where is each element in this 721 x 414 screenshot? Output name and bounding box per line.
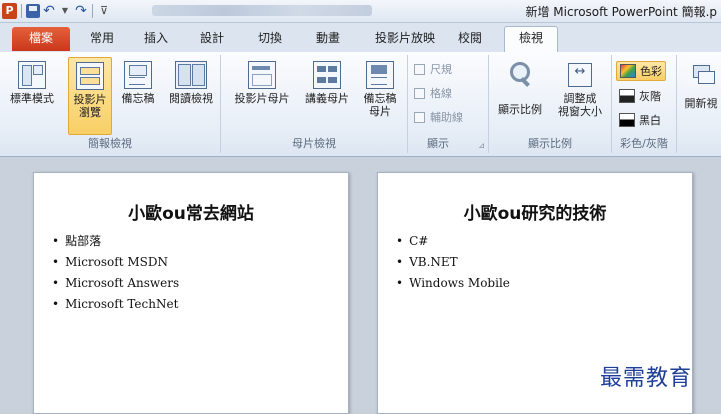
color-button[interactable]: 色彩 [616,61,666,81]
gridlines-checkbox[interactable]: 格線 [414,85,452,101]
tab-view[interactable]: 檢視 [504,26,558,53]
ruler-checkbox[interactable]: 尺規 [414,61,452,77]
fit-window-label-2: 視窗大小 [558,105,602,118]
group-color-grayscale: 色彩 灰階 黑白 彩色/灰階 [612,55,677,153]
group-label-color: 彩色/灰階 [620,137,668,150]
slide-master-icon [248,61,276,89]
normal-view-label: 標準模式 [10,92,54,105]
handout-master-icon [313,61,341,89]
slide-sorter-label: 投影片 [73,93,107,106]
list-item: Microsoft MSDN [52,252,179,273]
tab-home[interactable]: 常用 [80,27,124,50]
zoom-label: 顯示比例 [498,103,542,116]
list-item: Windows Mobile [396,273,510,294]
undo-icon[interactable]: ↶ [42,3,56,19]
group-label-master-views: 母片檢視 [292,137,336,150]
magnifier-icon [507,61,533,87]
black-white-swatch-icon [619,113,635,127]
tab-design[interactable]: 設計 [190,27,234,50]
notes-page-label: 備忘稿 [121,92,155,105]
color-swatch-icon [620,64,636,78]
checkbox-box[interactable] [414,87,425,99]
group-label-presentation-views: 簡報檢視 [88,137,132,150]
slide-sorter-icon [76,62,104,90]
normal-view-icon [18,61,46,89]
slide-title: 小歐ou研究的技術 [463,204,607,224]
reading-view-label: 閱讀檢視 [169,92,213,105]
grayscale-swatch-icon [619,89,635,103]
save-icon[interactable] [26,4,40,18]
group-presentation-views: 標準模式 投影片 瀏覽 備忘稿 閱讀檢視 簡報檢視 [0,55,221,153]
list-item: Microsoft Answers [52,273,179,294]
bullet-list: 點部落 Microsoft MSDN Microsoft Answers Mic… [52,231,179,315]
black-white-label: 黑白 [639,114,661,127]
checkbox-box[interactable] [414,63,425,75]
tab-review[interactable]: 校閱 [448,27,492,50]
group-label-show: 顯示 [427,137,449,150]
tab-animations[interactable]: 動畫 [306,27,350,50]
slide-sorter-button[interactable]: 投影片 瀏覽 [68,57,112,135]
gridlines-label: 格線 [430,87,452,100]
slide-master-button[interactable]: 投影片母片 [229,57,295,105]
undo-dropdown-icon[interactable]: ▼ [58,3,72,19]
handout-master-label: 講義母片 [305,92,349,105]
grayscale-label: 灰階 [639,90,661,103]
notes-master-icon [366,61,394,89]
grayscale-button[interactable]: 灰階 [616,87,664,105]
group-window: 開新視 [677,55,721,153]
notes-master-label-2: 母片 [369,105,391,118]
ribbon-tab-bar: 檔案 常用 插入 設計 切換 動畫 投影片放映 校閱 檢視 [0,23,721,53]
normal-view-button[interactable]: 標準模式 [4,57,60,105]
black-white-button[interactable]: 黑白 [616,111,664,129]
slide-master-label: 投影片母片 [234,92,290,105]
zoom-button[interactable]: 顯示比例 [493,57,547,116]
dialog-launcher-icon[interactable]: ⊿ [478,141,485,150]
notes-page-icon [124,61,152,89]
color-label: 色彩 [640,65,662,78]
new-window-button[interactable]: 開新視 [679,57,721,110]
notes-page-button[interactable]: 備忘稿 [114,57,162,105]
toolbar-divider [92,4,93,18]
window-title: 新增 Microsoft PowerPoint 簡報.p [525,5,717,19]
customize-toolbar-icon[interactable]: ⊽ [97,3,111,19]
redo-icon[interactable]: ↷ [74,3,88,19]
powerpoint-logo-icon[interactable]: P [2,3,17,19]
new-window-label: 開新視 [684,97,718,110]
checkbox-box[interactable] [414,111,425,123]
notes-master-button[interactable]: 備忘稿 母片 [357,57,403,118]
bullet-list: C# VB.NET Windows Mobile [396,231,510,294]
fit-window-label: 調整成 [563,92,597,105]
guides-checkbox[interactable]: 輔助線 [414,109,463,125]
fit-to-window-button[interactable]: 調整成 視窗大小 [551,57,609,118]
notes-master-label: 備忘稿 [363,92,397,105]
list-item: VB.NET [396,252,510,273]
book-icon [175,61,207,89]
fit-window-icon [568,63,592,87]
toolbar-divider [21,4,22,18]
watermark-text: 最需教育 [600,366,693,391]
tab-file[interactable]: 檔案 [12,27,70,51]
tab-slide-show[interactable]: 投影片放映 [366,27,444,50]
slide-title: 小歐ou常去網站 [128,204,254,224]
slide-sorter-label-2: 瀏覽 [79,106,101,119]
group-show: 尺規 格線 輔助線 顯示 ⊿ [408,55,489,153]
group-master-views: 投影片母片 講義母片 備忘稿 母片 母片檢視 [221,55,408,153]
handout-master-button[interactable]: 講義母片 [299,57,355,105]
slide-thumbnail-1[interactable]: 小歐ou常去網站 點部落 Microsoft MSDN Microsoft An… [33,172,349,414]
group-label-zoom: 顯示比例 [528,137,572,150]
blurred-region [152,5,372,16]
tab-transitions[interactable]: 切換 [248,27,292,50]
new-window-icon [690,63,715,85]
list-item: Microsoft TechNet [52,294,179,315]
reading-view-button[interactable]: 閱讀檢視 [164,57,218,105]
group-zoom: 顯示比例 調整成 視窗大小 顯示比例 [489,55,612,153]
title-bar: P ↶ ▼ ↷ ⊽ 新增 Microsoft PowerPoint 簡報.p [0,0,721,23]
guides-label: 輔助線 [430,111,463,124]
ribbon: 標準模式 投影片 瀏覽 備忘稿 閱讀檢視 簡報檢視 投影片母片 講義母片 備忘稿 [0,52,721,157]
quick-access-toolbar: P ↶ ▼ ↷ ⊽ [2,2,111,20]
tab-insert[interactable]: 插入 [134,27,178,50]
list-item: C# [396,231,510,252]
list-item: 點部落 [52,231,179,252]
ruler-label: 尺規 [430,63,452,76]
